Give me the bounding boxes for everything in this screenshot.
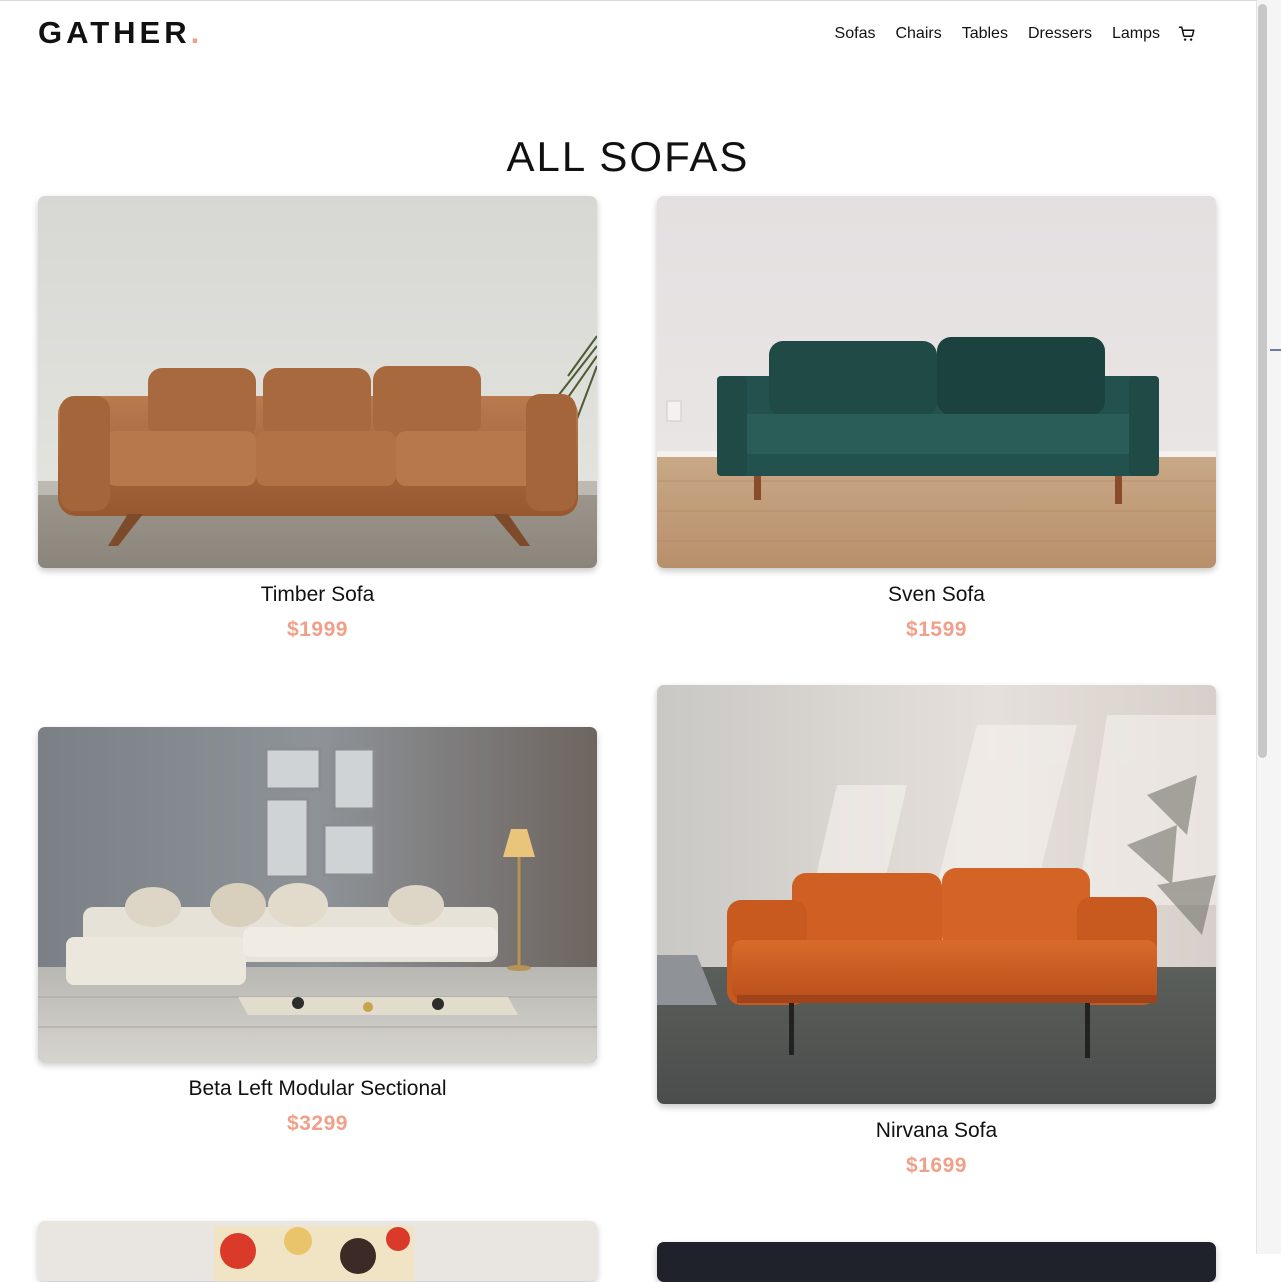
nav-item-lamps[interactable]: Lamps <box>1112 25 1160 43</box>
cart-icon[interactable] <box>1178 25 1196 43</box>
scroll-marker <box>1270 349 1281 351</box>
scrollbar-thumb[interactable] <box>1258 4 1267 758</box>
product-card-nirvana-sofa[interactable]: Nirvana Sofa $1699 <box>657 685 1216 1178</box>
product-price: $1699 <box>906 1154 967 1177</box>
product-image-timber-sofa[interactable] <box>38 196 597 568</box>
product-name[interactable]: Timber Sofa <box>38 583 597 607</box>
product-name[interactable]: Nirvana Sofa <box>657 1119 1216 1143</box>
nav-item-dressers[interactable]: Dressers <box>1028 25 1092 43</box>
nav-item-sofas[interactable]: Sofas <box>835 25 876 43</box>
product-card-beta-sectional[interactable]: Beta Left Modular Sectional $3299 <box>38 727 597 1136</box>
main-nav: Sofas Chairs Tables Dressers Lamps <box>815 25 1196 43</box>
product-price: $1999 <box>287 618 348 641</box>
nav-item-chairs[interactable]: Chairs <box>895 25 941 43</box>
product-image-partial-right[interactable] <box>657 1242 1216 1282</box>
product-card-partial-right[interactable] <box>657 1242 1216 1282</box>
product-name[interactable]: Beta Left Modular Sectional <box>38 1077 597 1101</box>
product-image-sven-sofa[interactable] <box>657 196 1216 568</box>
brand-logo[interactable]: GATHER. <box>38 15 203 51</box>
product-image-beta-sectional[interactable] <box>38 727 597 1062</box>
brand-dot: . <box>190 15 204 50</box>
page: GATHER. Sofas Chairs Tables Dressers Lam… <box>0 0 1256 1282</box>
product-card-partial-left[interactable] <box>38 1221 597 1281</box>
product-price: $3299 <box>287 1112 348 1135</box>
product-price: $1599 <box>906 618 967 641</box>
product-card-timber-sofa[interactable]: Timber Sofa $1999 <box>38 196 597 642</box>
product-image-nirvana-sofa[interactable] <box>657 685 1216 1104</box>
nav-item-tables[interactable]: Tables <box>962 25 1008 43</box>
page-title: ALL SOFAS <box>506 133 750 181</box>
brand-name: GATHER <box>38 15 191 50</box>
product-name[interactable]: Sven Sofa <box>657 583 1216 607</box>
product-card-sven-sofa[interactable]: Sven Sofa $1599 <box>657 196 1216 642</box>
product-image-partial-left[interactable] <box>38 1221 597 1281</box>
